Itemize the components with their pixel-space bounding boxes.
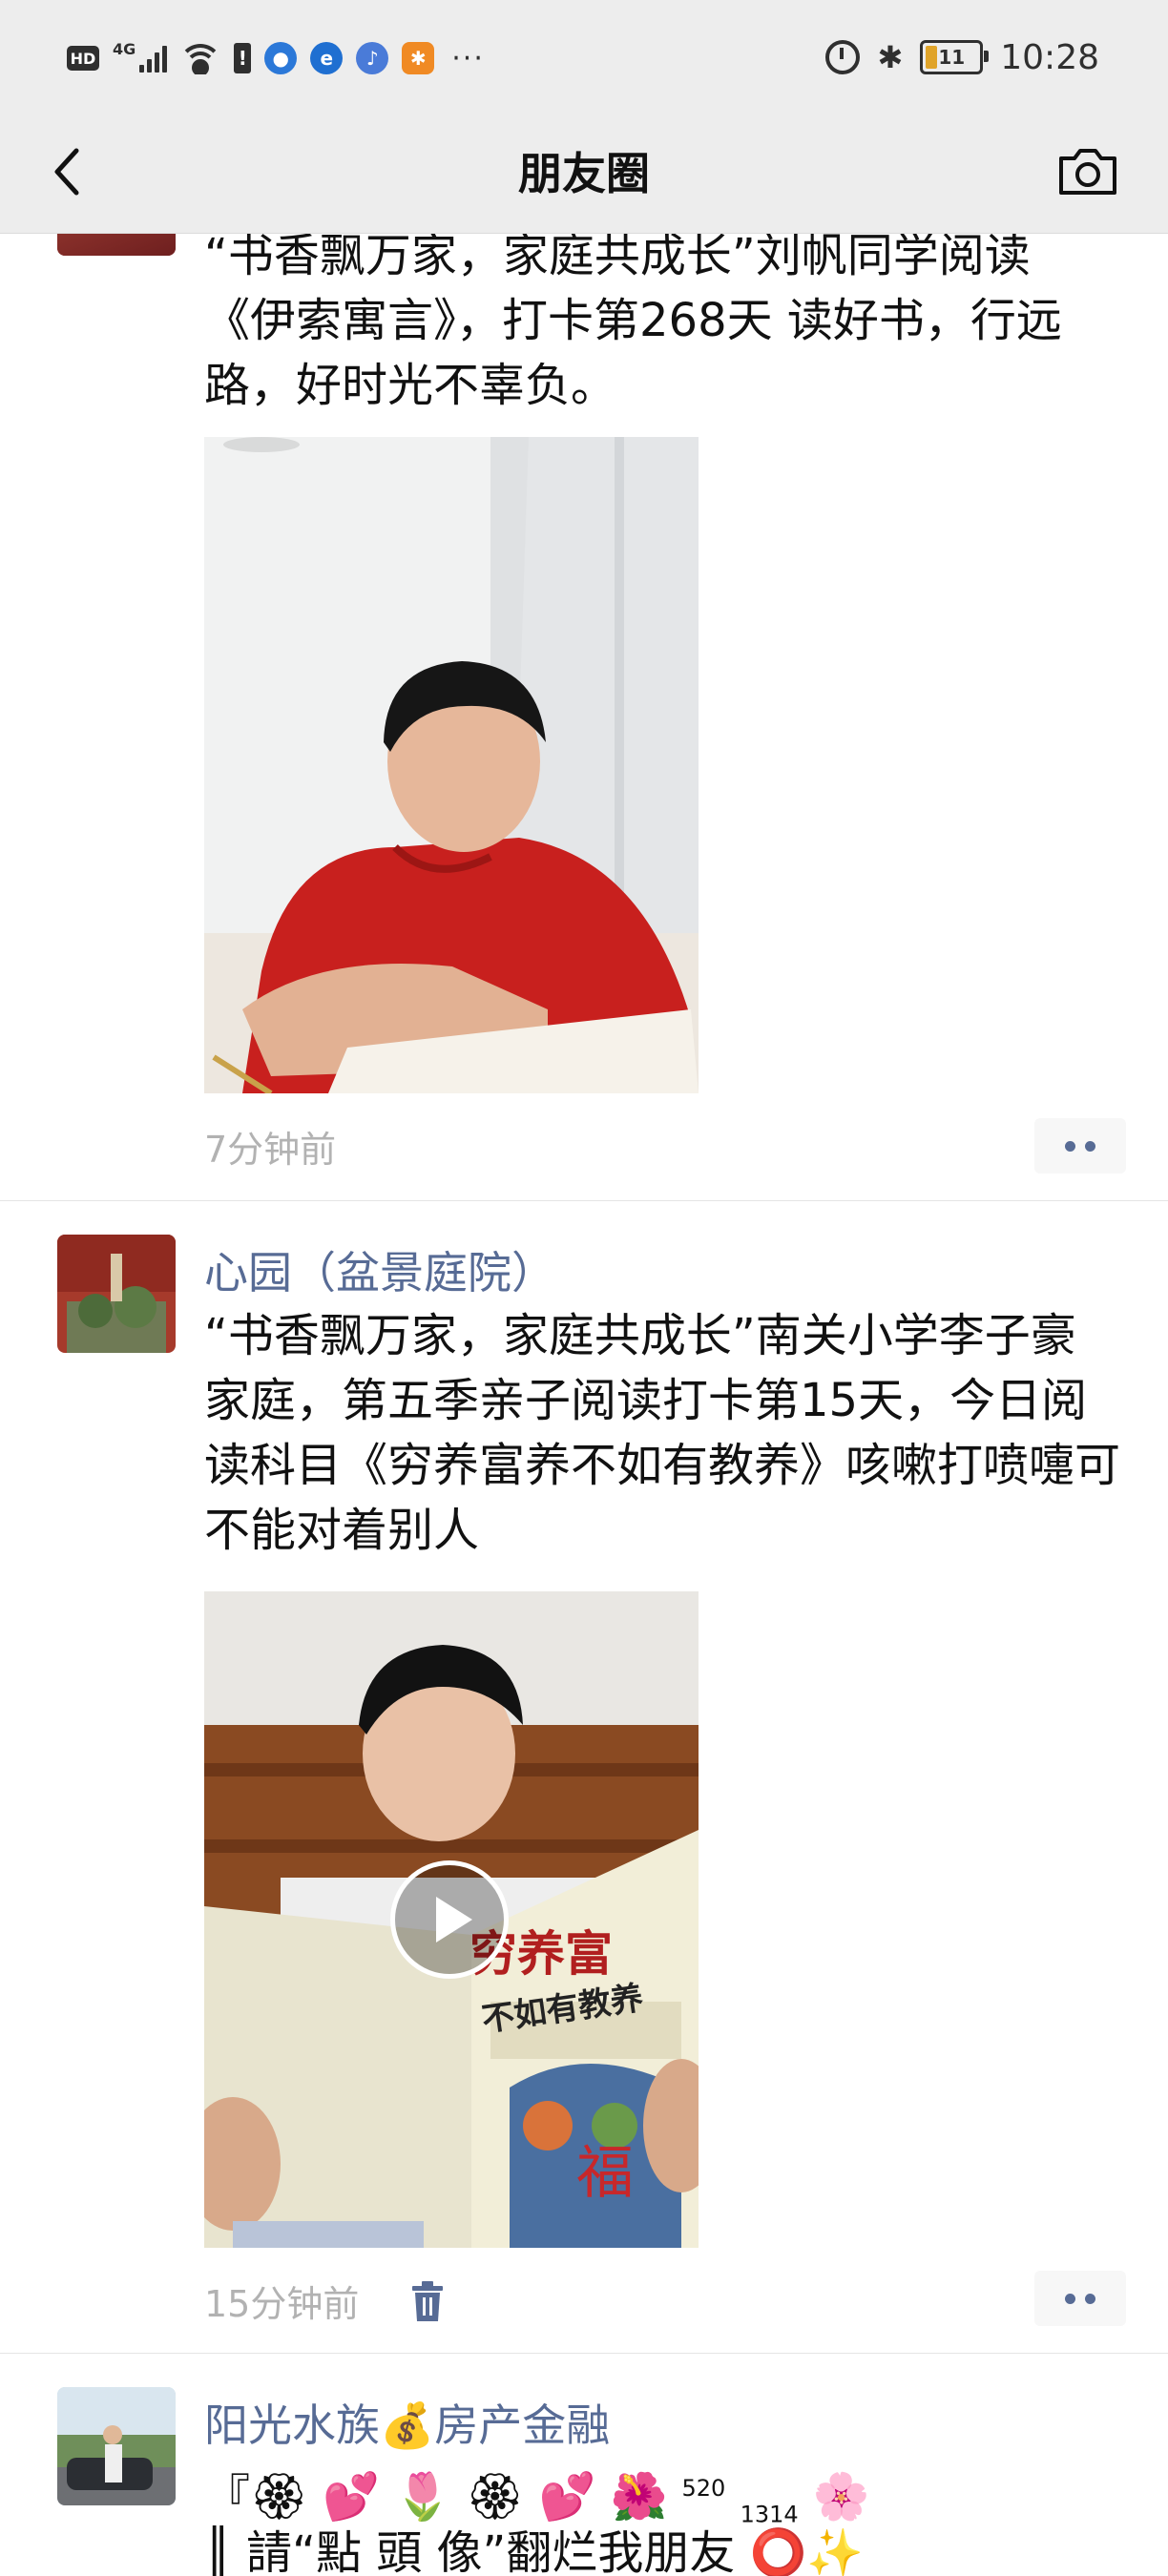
post-timestamp: 15分钟前 [204,2283,360,2325]
battery-level: 11 [938,46,966,69]
nav-bar: 朋友圈 [0,114,1168,234]
alert-icon: ! [234,43,252,73]
post-divider [0,1200,1168,1201]
network-type: 4G [113,39,136,58]
more-actions-button[interactable] [1034,1118,1126,1174]
post-divider [0,2353,1168,2354]
emoji-text: 『🏵 💕 🌷 🏵 💕 🌺 [204,2470,668,2524]
dot-icon [1085,1140,1095,1152]
post-video[interactable]: 福 穷养富 不如有教养 [204,1591,699,2248]
wifi-icon [180,42,221,74]
post-text-line: ║ 請“點 頭 像”翻烂我朋友 ⭕✨ [204,2526,865,2576]
post-author-name[interactable]: 阳光水族💰房产金融 [204,2391,610,2454]
play-button[interactable] [390,1860,509,1979]
clock: 10:28 [1000,37,1099,77]
garden-avatar-image [57,1235,176,1353]
post-author-name[interactable]: 心园（盆景庭院） [204,1238,555,1301]
more-actions-button[interactable] [1034,2271,1126,2326]
post-text: “书香飘万家，家庭共成长”南关小学李子豪家庭，第五季亲子阅读打卡第15天，今日阅… [204,1309,1121,1557]
music-app-icon: ♪ [356,42,389,74]
play-icon [436,1897,472,1942]
person-by-car-avatar-image [57,2387,176,2505]
trash-icon[interactable] [408,2280,447,2322]
post-photo[interactable] [204,437,699,1093]
alarm-icon [825,40,861,74]
dot-icon [1065,1140,1075,1152]
dot-icon [1085,2293,1095,2304]
reading-boy-photo [204,437,699,1093]
camera-icon[interactable] [1055,143,1120,200]
post-text: “书香飘万家，家庭共成长”刘帆同学阅读《伊索寓言》，打卡第268天 读好书，行远… [204,233,1062,412]
signal-icon [139,44,168,73]
browser-app-icon: ● [264,42,298,74]
number-text: 520 [681,2475,726,2502]
battery-icon: 11 [920,40,990,74]
moments-feed[interactable]: “书香飘万家，家庭共成长”刘帆同学阅读《伊索寓言》，打卡第268天 读好书，行远… [0,233,1168,2576]
fitness-app-icon: ✱ [402,42,435,74]
bluetooth-icon: ✱ [877,39,904,75]
edge-app-icon: e [310,42,344,74]
dot-icon [1065,2293,1075,2304]
post-timestamp: 7分钟前 [204,1129,337,1171]
emoji-text: 🌸 [812,2470,870,2524]
avatar[interactable] [57,233,176,256]
page-title: 朋友圈 [518,148,650,199]
avatar[interactable] [57,1235,176,1353]
status-right: ✱ 11 10:28 [825,31,1099,84]
avatar[interactable] [57,2387,176,2505]
status-bar: HD 4G ! ● e ♪ ✱ ··· ✱ 11 10:28 [0,0,1168,114]
hd-icon: HD [67,46,99,71]
svg-text:福: 福 [576,2140,634,2207]
status-left: HD 4G ! ● e ♪ ✱ ··· [67,34,485,82]
more-notifications-icon: ··· [451,41,485,75]
